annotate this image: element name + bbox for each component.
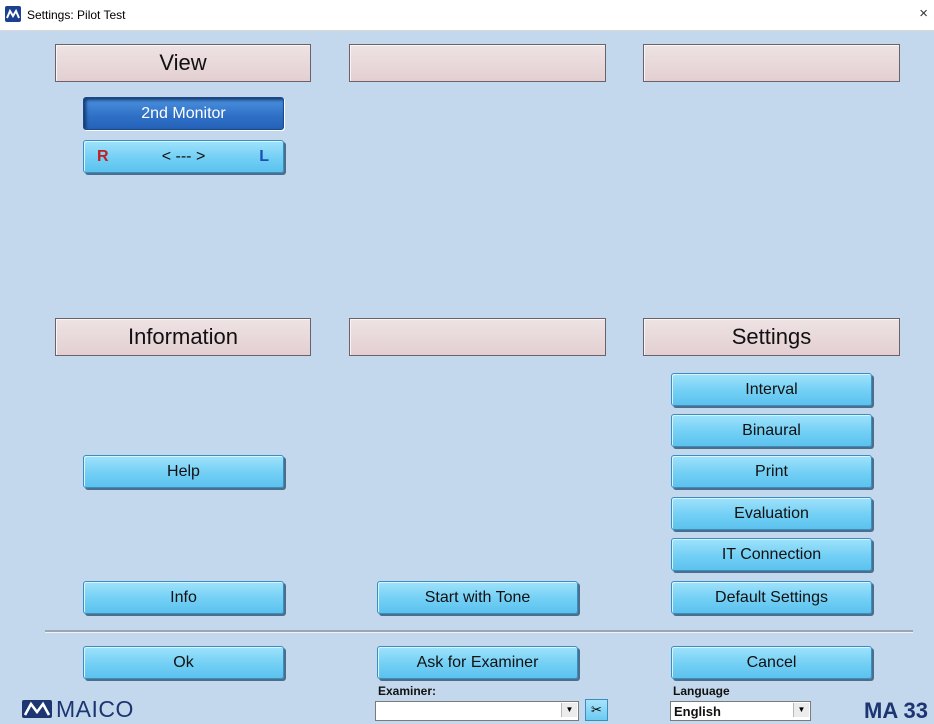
second-monitor-button[interactable]: 2nd Monitor: [83, 97, 284, 130]
evaluation-button[interactable]: Evaluation: [671, 497, 872, 530]
examiner-dropdown[interactable]: ▼: [375, 701, 579, 721]
footer-separator: [45, 630, 913, 633]
language-label: Language: [673, 684, 730, 698]
ask-for-examiner-button[interactable]: Ask for Examiner: [377, 646, 578, 679]
section-header-top-right: [643, 44, 900, 82]
ear-side-arrow-label: < --- >: [161, 148, 206, 165]
start-with-tone-button[interactable]: Start with Tone: [377, 581, 578, 614]
scissors-icon[interactable]: ✂: [585, 699, 608, 721]
help-button[interactable]: Help: [83, 455, 284, 488]
section-header-bottom-middle: [349, 318, 606, 356]
section-header-settings: Settings: [643, 318, 900, 356]
window-title: Settings: Pilot Test: [27, 8, 126, 22]
ok-button[interactable]: Ok: [83, 646, 284, 679]
maico-logo: MAICO: [22, 696, 134, 722]
left-ear-label: L: [259, 148, 269, 165]
model-label: MA 33: [864, 698, 928, 723]
interval-button[interactable]: Interval: [671, 373, 872, 406]
examiner-label: Examiner:: [378, 684, 437, 698]
maico-logo-mark-icon: [22, 699, 52, 718]
close-icon[interactable]: ×: [919, 5, 928, 22]
chevron-down-icon[interactable]: ▼: [793, 703, 809, 717]
section-header-information: Information: [55, 318, 311, 356]
info-button[interactable]: Info: [83, 581, 284, 614]
title-bar: Settings: Pilot Test ×: [0, 0, 934, 31]
maico-logo-icon: [5, 6, 21, 22]
logo-text: MAICO: [56, 696, 134, 722]
ear-side-toggle-button[interactable]: < --- > R L: [83, 140, 284, 173]
section-header-top-middle: [349, 44, 606, 82]
right-ear-label: R: [97, 148, 109, 165]
it-connection-button[interactable]: IT Connection: [671, 538, 872, 571]
binaural-button[interactable]: Binaural: [671, 414, 872, 447]
chevron-down-icon[interactable]: ▼: [561, 703, 577, 717]
print-button[interactable]: Print: [671, 455, 872, 488]
language-dropdown[interactable]: English ▼: [670, 701, 811, 721]
cancel-button[interactable]: Cancel: [671, 646, 872, 679]
default-settings-button[interactable]: Default Settings: [671, 581, 872, 614]
section-header-view: View: [55, 44, 311, 82]
language-value: English: [674, 704, 721, 719]
